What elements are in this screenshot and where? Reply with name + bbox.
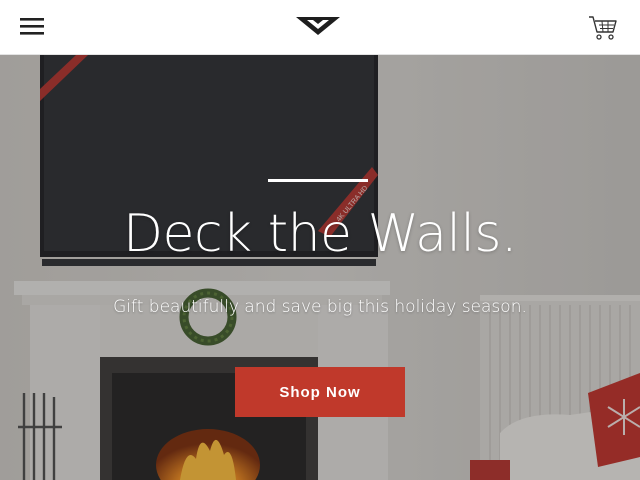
shopping-cart-icon [589,16,617,40]
home-logo-link[interactable] [294,14,342,38]
hero-banner: 4K ULTRA HD Deck the Walls. Gift beautif… [0,55,640,480]
shop-now-button[interactable]: Shop Now [235,367,405,417]
hero-divider-line [268,179,368,182]
menu-button[interactable] [18,14,48,40]
hero-subheadline: Gift beautifully and save big this holid… [113,297,527,317]
cart-button[interactable] [586,12,620,42]
hero-headline: Deck the Walls. [122,204,518,264]
site-header [0,0,640,55]
hamburger-menu-icon [20,18,44,35]
vizio-v-logo-icon [296,17,340,35]
